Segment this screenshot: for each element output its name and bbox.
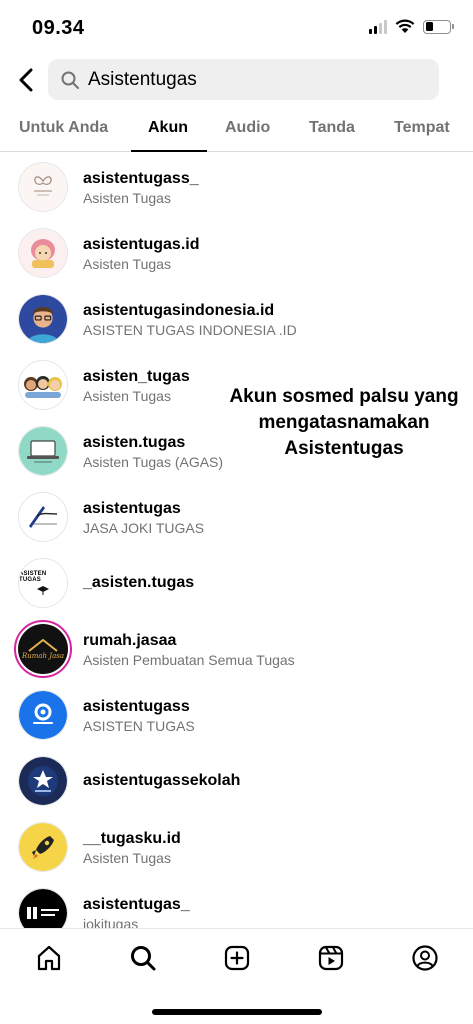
three-people-icon bbox=[19, 361, 67, 409]
username: asistentugas_ bbox=[83, 896, 190, 913]
username: _asisten.tugas bbox=[83, 574, 195, 591]
cartoon-girl-icon bbox=[19, 229, 67, 277]
caption-line-1: Akun sosmed palsu yang bbox=[229, 386, 459, 407]
full-name: JASA JOKI TUGAS bbox=[83, 520, 205, 536]
cartoon-man-icon bbox=[19, 295, 67, 343]
username: asisten.tugas bbox=[83, 434, 186, 451]
avatar bbox=[18, 492, 68, 542]
search-bar[interactable] bbox=[48, 59, 439, 100]
username: rumah.jasaa bbox=[83, 632, 177, 649]
reels-icon bbox=[318, 945, 344, 971]
caption-line-3: Asistentugas bbox=[284, 438, 404, 459]
status-bar: 09.34 bbox=[0, 0, 473, 56]
battery-icon bbox=[423, 19, 454, 34]
house-logo-icon: Rumah Jasa bbox=[18, 624, 68, 674]
create-tab[interactable] bbox=[222, 943, 252, 973]
full-name: ASISTEN TUGAS bbox=[83, 718, 195, 734]
search-icon bbox=[131, 946, 156, 971]
username: asistentugass_ bbox=[83, 170, 199, 187]
account-row[interactable]: asistentugas JASA JOKI TUGAS bbox=[0, 483, 473, 549]
search-input[interactable] bbox=[88, 68, 408, 91]
full-name: Asisten Tugas bbox=[83, 256, 171, 272]
profile-icon bbox=[412, 945, 438, 971]
avatar bbox=[18, 756, 68, 806]
account-row[interactable]: asistentugassekolah bbox=[0, 747, 473, 813]
tab-akun[interactable]: Akun bbox=[148, 119, 188, 137]
account-row[interactable]: asistentugass ASISTEN TUGAS bbox=[0, 681, 473, 747]
avatar bbox=[18, 228, 68, 278]
full-name: Asisten Tugas bbox=[83, 388, 171, 404]
status-time: 09.34 bbox=[32, 17, 85, 39]
username: asistentugas bbox=[83, 500, 181, 517]
account-row[interactable]: asistentugas.id Asisten Tugas bbox=[0, 219, 473, 285]
search-icon bbox=[60, 70, 80, 90]
avatar bbox=[18, 360, 68, 410]
avatar-with-story: Rumah Jasa bbox=[14, 620, 72, 678]
username: __tugasku.id bbox=[83, 830, 181, 847]
full-name: Asisten Tugas (AGAS) bbox=[83, 454, 224, 470]
username: asistentugass bbox=[83, 698, 190, 715]
search-tabs: Untuk Anda Akun Audio Tanda Tempat bbox=[0, 106, 473, 152]
account-row[interactable]: asistentugasindonesia.id ASISTEN TUGAS I… bbox=[0, 285, 473, 351]
chevron-left-icon bbox=[19, 68, 33, 92]
active-tab-indicator bbox=[131, 150, 207, 152]
full-name: Asisten Tugas bbox=[83, 850, 171, 866]
bottom-navigation bbox=[0, 928, 473, 1024]
status-icons bbox=[369, 19, 454, 34]
navy-emblem-icon bbox=[19, 757, 67, 805]
pen-logo-icon bbox=[19, 493, 67, 541]
tab-tempat[interactable]: Tempat bbox=[394, 119, 450, 137]
username: asistentugasindonesia.id bbox=[83, 302, 275, 319]
home-tab[interactable] bbox=[34, 943, 64, 973]
full-name: Asisten Pembuatan Semua Tugas bbox=[83, 652, 295, 668]
avatar-script-text: Rumah Jasa bbox=[21, 652, 65, 660]
laptop-icon bbox=[19, 427, 67, 475]
rocket-icon bbox=[19, 823, 67, 871]
account-row[interactable]: ASISTEN TUGAS _asisten.tugas bbox=[0, 549, 473, 615]
full-name: ASISTEN TUGAS INDONESIA .ID bbox=[83, 322, 297, 338]
avatar bbox=[18, 690, 68, 740]
grad-cap-logo-icon: ASISTEN TUGAS bbox=[19, 559, 67, 607]
home-icon bbox=[37, 945, 61, 971]
username: asistentugassekolah bbox=[83, 772, 241, 789]
butterfly-logo-icon bbox=[19, 163, 67, 211]
tab-tanda[interactable]: Tanda bbox=[309, 119, 355, 137]
search-header bbox=[0, 58, 473, 102]
back-button[interactable] bbox=[12, 64, 40, 96]
avatar: ASISTEN TUGAS bbox=[18, 558, 68, 608]
home-indicator bbox=[152, 1009, 322, 1015]
username: asistentugas.id bbox=[83, 236, 200, 253]
tab-audio[interactable]: Audio bbox=[225, 119, 270, 137]
avatar bbox=[18, 294, 68, 344]
search-tab[interactable] bbox=[128, 943, 158, 973]
reels-tab[interactable] bbox=[316, 943, 346, 973]
caption-line-2: mengatasnamakan bbox=[258, 412, 430, 433]
username: asisten_tugas bbox=[83, 368, 190, 385]
overlay-caption: Akun sosmed palsu yang mengatasnamakan A… bbox=[218, 384, 470, 462]
avatar-badge-text: ASISTEN TUGAS bbox=[19, 571, 47, 583]
plus-square-icon bbox=[224, 945, 250, 971]
account-row[interactable]: Rumah Jasa rumah.jasaa Asisten Pembuatan… bbox=[0, 615, 473, 681]
account-row[interactable]: asistentugass_ Asisten Tugas bbox=[0, 153, 473, 219]
avatar bbox=[18, 426, 68, 476]
cellular-signal-icon bbox=[369, 19, 387, 34]
profile-tab[interactable] bbox=[410, 943, 440, 973]
account-row[interactable]: __tugasku.id Asisten Tugas bbox=[0, 813, 473, 879]
tab-untuk-anda[interactable]: Untuk Anda bbox=[19, 119, 108, 137]
blue-circle-logo-icon bbox=[19, 691, 67, 739]
avatar bbox=[18, 162, 68, 212]
full-name: Asisten Tugas bbox=[83, 190, 171, 206]
avatar bbox=[18, 822, 68, 872]
wifi-icon bbox=[395, 19, 415, 33]
